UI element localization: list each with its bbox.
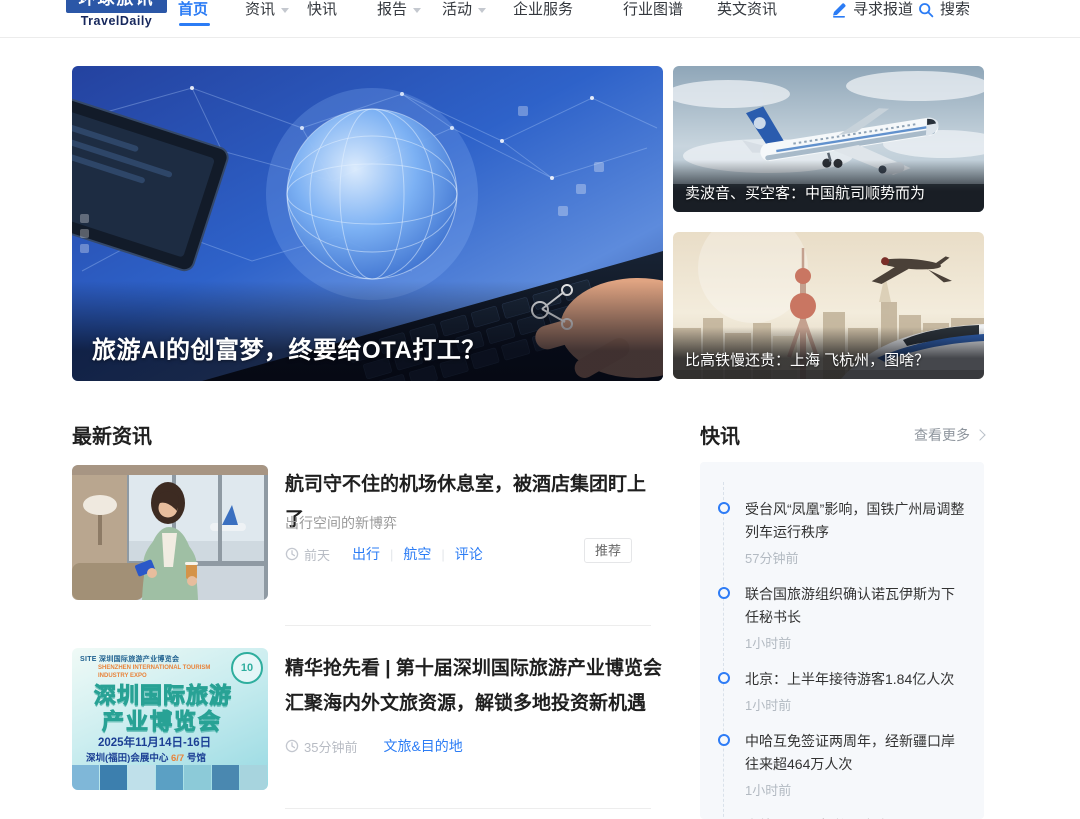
news-subtitle: 出行空间的新博弈 — [285, 515, 397, 531]
list-divider — [285, 625, 651, 626]
seek-report-button[interactable]: 寻求报道 — [831, 0, 913, 19]
expo-site-logo: SITE 深圳国际旅游产业博览会 — [80, 656, 180, 663]
brand-logo[interactable]: 环球旅讯 — [66, 0, 167, 13]
expo-anniversary-badge: 10 — [231, 652, 263, 684]
nav-item-services[interactable]: 企业服务 — [513, 0, 573, 19]
clock-icon — [285, 739, 299, 753]
news-thumbnail-expo[interactable]: SITE 深圳国际旅游产业博览会 SHENZHEN INTERNATIONAL … — [72, 648, 268, 790]
quick-news-list: 受台风“凤凰”影响，国铁广州局调整列车运行秩序 57分钟前 联合国旅游组织确认诺… — [718, 482, 966, 819]
nav-item-industry-map[interactable]: 行业图谱 — [623, 0, 683, 19]
quick-news-time: 57分钟前 — [745, 551, 799, 566]
news-thumbnail-lounge[interactable] — [72, 465, 268, 600]
tag-separator: | — [390, 546, 394, 562]
quick-news-time: 1小时前 — [745, 698, 792, 713]
timeline-dot-icon — [718, 587, 730, 599]
recommend-badge: 推荐 — [583, 538, 632, 563]
search-button[interactable]: 搜索 — [918, 0, 970, 19]
hero-article-card[interactable]: 旅游AI的创富梦，终要给OTA打工？ — [72, 66, 663, 381]
hero-caption-overlay: 旅游AI的创富梦，终要给OTA打工？ — [72, 281, 663, 381]
publish-time: 35分钟前 — [285, 737, 357, 756]
tag-separator: | — [441, 546, 445, 562]
expo-photo-strip — [72, 765, 268, 790]
expo-venue: 深圳(福田)会展中心 6/7 号馆 — [86, 753, 206, 764]
nav-item-events[interactable]: 活动 — [442, 0, 487, 19]
nav-item-flash[interactable]: 快讯 — [307, 0, 337, 19]
view-more-link[interactable]: 查看更多 — [914, 425, 986, 445]
expo-date: 2025年11月14日-16日 — [98, 737, 212, 749]
active-tab-underline — [179, 23, 210, 26]
quick-news-heading: 快讯 — [700, 426, 740, 448]
nav-item-reports[interactable]: 报告 — [377, 0, 422, 19]
search-icon — [919, 2, 934, 17]
side-article-card-shanghai-hangzhou[interactable]: 比高铁慢还贵：上海 飞杭州，图啥？ — [673, 232, 984, 379]
clock-icon — [285, 547, 299, 561]
tag-link[interactable]: 航空 — [403, 544, 431, 564]
pen-icon — [833, 2, 846, 18]
page: 环球旅讯 TravelDaily 首页 资讯 快讯 报告 活动 企业服务 行业图… — [0, 0, 1080, 819]
quick-news-time: 1小时前 — [745, 636, 792, 651]
tag-link[interactable]: 评论 — [455, 544, 483, 564]
list-divider — [285, 808, 651, 809]
side-card-caption: 比高铁慢还贵：上海 飞杭州，图啥？ — [685, 352, 930, 369]
nav-item-news[interactable]: 资讯 — [245, 0, 290, 19]
quick-news-text[interactable]: 南航A350飞机将可空中上网 — [745, 815, 966, 819]
side-card-caption-overlay: 比高铁慢还贵：上海 飞杭州，图啥？ — [673, 327, 984, 379]
timeline-dot-icon — [718, 672, 730, 684]
quick-news-card: 受台风“凤凰”影响，国铁广州局调整列车运行秩序 57分钟前 联合国旅游组织确认诺… — [700, 462, 984, 819]
chevron-down-icon — [478, 8, 487, 13]
quick-news-text[interactable]: 受台风“凤凰”影响，国铁广州局调整列车运行秩序 — [745, 498, 966, 544]
quick-news-text[interactable]: 联合国旅游组织确认诺瓦伊斯为下任秘书长 — [745, 583, 966, 629]
news-title[interactable]: 精华抢先看 | 第十届深圳国际旅游产业博览会 汇聚海内外文旅资源，解锁多地投资新… — [285, 651, 663, 721]
latest-news-heading: 最新资讯 — [72, 426, 152, 448]
news-meta-row: 35分钟前 文旅&目的地 — [285, 736, 663, 756]
expo-title-line2: 产业博览会 — [101, 709, 223, 735]
quick-news-item: 受台风“凤凰”影响，国铁广州局调整列车运行秩序 57分钟前 — [718, 498, 966, 567]
side-article-card-boeing-airbus[interactable]: 卖波音、买空客：中国航司顺势而为 — [673, 66, 984, 212]
tag-link[interactable]: 出行 — [352, 544, 380, 564]
timeline-dot-icon — [718, 502, 730, 514]
news-meta-row: 前天 出行 | 航空 | 评论 推荐 — [285, 538, 663, 564]
quick-news-text[interactable]: 中哈互免签证两周年，经新疆口岸往来超464万人次 — [745, 730, 966, 776]
timeline-dot-icon — [718, 734, 730, 746]
quick-news-header: 快讯 查看更多 — [700, 420, 986, 449]
arrow-right-icon — [974, 429, 986, 441]
nav-item-english[interactable]: 英文资讯 — [717, 0, 777, 19]
tag-link[interactable]: 文旅&目的地 — [383, 736, 462, 756]
quick-news-item: 南航A350飞机将可空中上网 — [718, 815, 966, 819]
side-card-caption-overlay: 卖波音、买空客：中国航司顺势而为 — [673, 160, 984, 212]
quick-news-item: 联合国旅游组织确认诺瓦伊斯为下任秘书长 1小时前 — [718, 583, 966, 652]
hero-title[interactable]: 旅游AI的创富梦，终要给OTA打工？ — [92, 330, 486, 365]
side-card-caption: 卖波音、买空客：中国航司顺势而为 — [685, 185, 926, 202]
quick-news-time: 1小时前 — [745, 783, 792, 798]
expo-poster-image: SITE 深圳国际旅游产业博览会 SHENZHEN INTERNATIONAL … — [72, 648, 268, 790]
chevron-down-icon — [413, 8, 422, 13]
top-navbar: 环球旅讯 TravelDaily 首页 资讯 快讯 报告 活动 企业服务 行业图… — [0, 0, 1080, 38]
quick-news-text[interactable]: 北京：上半年接待游客1.84亿人次 — [745, 668, 966, 691]
airport-lounge-image — [72, 465, 268, 600]
brand-logo-en: TravelDaily — [80, 14, 153, 28]
quick-news-item: 北京：上半年接待游客1.84亿人次 1小时前 — [718, 668, 966, 714]
nav-item-home[interactable]: 首页 — [178, 0, 208, 19]
publish-time: 前天 — [285, 545, 330, 564]
quick-news-item: 中哈互免签证两周年，经新疆口岸往来超464万人次 1小时前 — [718, 730, 966, 799]
chevron-down-icon — [281, 8, 290, 13]
